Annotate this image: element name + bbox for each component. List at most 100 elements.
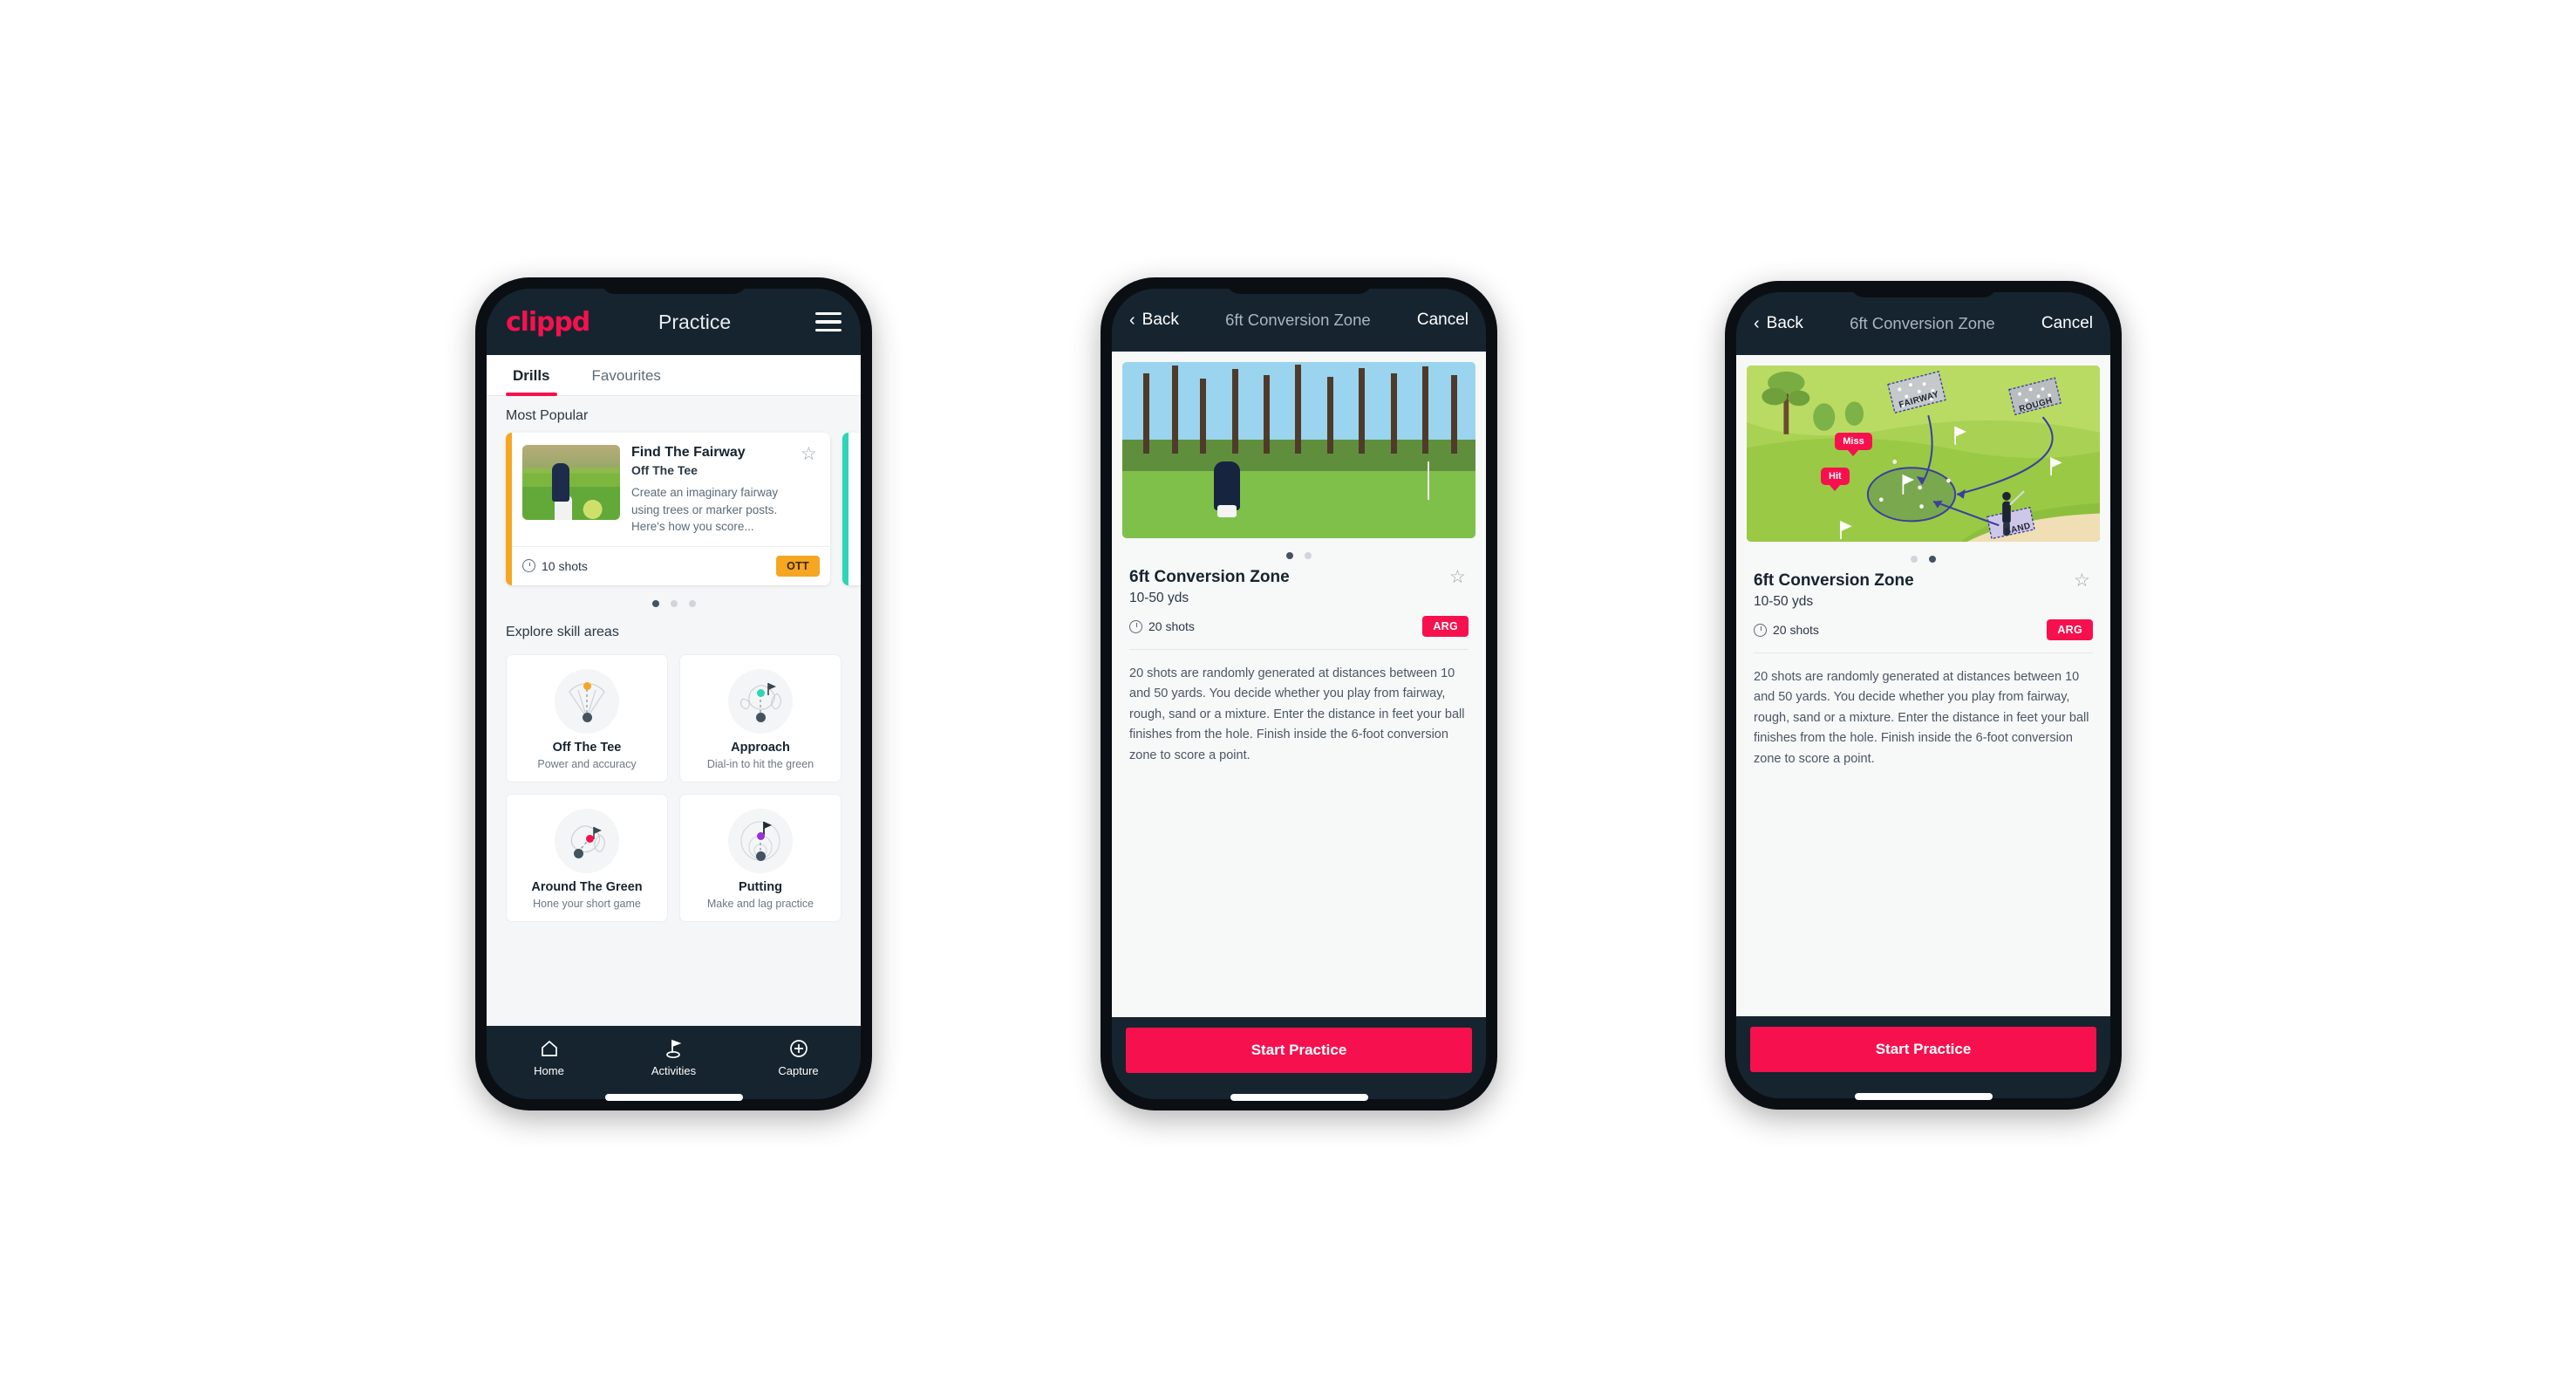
drill-course-illustration[interactable]: FAIRWAY ROUGH SAND Miss Hit (1747, 366, 2100, 542)
nav-item-capture[interactable]: Capture (736, 1037, 861, 1077)
carousel-dot[interactable] (651, 599, 659, 607)
start-practice-button[interactable]: Start Practice (1750, 1027, 2096, 1072)
drill-thumbnail (522, 445, 620, 520)
drill-distance: 10-50 yds (1754, 594, 1814, 609)
skill-name: Around The Green (531, 879, 643, 894)
tree-line (1122, 362, 1475, 454)
badge-arg: ARG (2047, 619, 2093, 640)
skill-card-putting[interactable]: Putting Make and lag practice (679, 793, 842, 922)
carousel-dot[interactable] (670, 599, 678, 607)
phone-mockup-drill-detail-map: ‹ Back 6ft Conversion Zone Cancel FAIRWA… (1725, 281, 2122, 1110)
clock-icon (1754, 623, 1767, 637)
skill-card-around-the-green[interactable]: Around The Green Hone your short game (506, 793, 668, 922)
hamburger-icon[interactable] (815, 311, 842, 332)
nav-label: Activities (651, 1064, 697, 1077)
approach-icon (728, 668, 793, 734)
practice-content: Most Popular Find The Fairway Off The Te… (487, 396, 861, 1026)
tab-drills[interactable]: Drills (506, 355, 557, 396)
clock-icon (522, 559, 535, 573)
phone-mockup-drill-detail-video: ‹ Back 6ft Conversion Zone Cancel 6ft Co… (1101, 277, 1497, 1110)
device-notch (600, 277, 747, 294)
skill-card-off-the-tee[interactable]: Off The Tee Power and accuracy (506, 653, 668, 782)
drill-shots: 10 shots (522, 559, 588, 573)
section-most-popular-label: Most Popular (506, 408, 589, 423)
drill-description: 20 shots are randomly generated at dista… (1129, 649, 1469, 766)
detail-header: ‹ Back 6ft Conversion Zone Cancel (1112, 289, 1486, 352)
drill-category: Off The Tee (631, 463, 698, 477)
drill-card-next-peek[interactable] (842, 433, 861, 585)
skill-desc: Make and lag practice (706, 897, 814, 910)
back-button[interactable]: ‹ Back (1754, 314, 1803, 333)
section-explore-label: Explore skill areas (506, 624, 619, 639)
bottom-navigation: Home Activities Capture (487, 1026, 861, 1099)
home-indicator (1854, 1093, 1993, 1100)
screenshot-canvas: clippd Practice Drills Favourites Most P… (0, 0, 2576, 1387)
nav-label: Capture (778, 1064, 819, 1077)
media-dot[interactable] (1305, 552, 1312, 559)
pin-label-miss: Miss (1835, 432, 1872, 450)
back-label: Back (1766, 314, 1803, 332)
cancel-button[interactable]: Cancel (2041, 314, 2093, 333)
plus-circle-icon (736, 1037, 861, 1060)
skill-area-grid: Off The Tee Power and accuracy Approach … (487, 649, 861, 922)
drill-name: Find The Fairway (631, 445, 746, 460)
golf-flag-icon (611, 1037, 736, 1060)
skill-desc: Power and accuracy (537, 757, 637, 770)
drill-shots-label: 20 shots (1773, 623, 1819, 637)
drill-description: Create an imaginary fairway using trees … (631, 486, 779, 534)
flag-pole (1428, 461, 1430, 500)
skill-name: Off The Tee (552, 740, 622, 755)
drill-shots-label: 10 shots (542, 558, 588, 573)
skill-card-approach[interactable]: Approach Dial-in to hit the green (679, 653, 842, 782)
golfer-figure (1214, 461, 1241, 517)
skill-desc: Hone your short game (533, 897, 641, 910)
star-outline-icon[interactable]: ☆ (2074, 571, 2093, 590)
tab-favourites[interactable]: Favourites (585, 355, 668, 395)
badge-arg: ARG (1422, 616, 1469, 637)
tab-bar: Drills Favourites (487, 355, 861, 396)
pin-label-hit: Hit (1821, 468, 1850, 486)
phone-mockup-practice-list: clippd Practice Drills Favourites Most P… (475, 277, 872, 1110)
detail-footer: Start Practice (1736, 1016, 2110, 1098)
carousel-dot[interactable] (688, 599, 696, 607)
device-notch (1225, 277, 1373, 294)
page-title: Practice (658, 310, 732, 333)
star-outline-icon[interactable]: ☆ (1449, 568, 1469, 586)
app-header: clippd Practice (487, 289, 861, 355)
drill-distance: 10-50 yds (1129, 591, 1189, 605)
most-popular-carousel[interactable]: Find The Fairway Off The Tee Create an i… (487, 433, 861, 585)
putting-icon (728, 808, 793, 873)
star-outline-icon[interactable]: ☆ (801, 445, 820, 536)
media-pagination (1736, 552, 2110, 571)
start-practice-button[interactable]: Start Practice (1126, 1028, 1472, 1073)
drill-detail-name: 6ft Conversion Zone (1754, 571, 1914, 590)
around-the-green-icon (555, 808, 619, 873)
detail-title: 6ft Conversion Zone (1225, 311, 1371, 329)
detail-title: 6ft Conversion Zone (1850, 314, 1995, 332)
skill-name: Approach (731, 740, 790, 755)
drill-shots: 20 shots (1129, 619, 1195, 633)
drill-card[interactable]: Find The Fairway Off The Tee Create an i… (506, 433, 830, 585)
drill-video-thumbnail[interactable] (1122, 362, 1475, 538)
back-button[interactable]: ‹ Back (1129, 311, 1179, 330)
detail-header: ‹ Back 6ft Conversion Zone Cancel (1736, 292, 2110, 355)
home-icon (487, 1037, 611, 1060)
drill-shots: 20 shots (1754, 623, 1819, 637)
drill-detail-name: 6ft Conversion Zone (1129, 568, 1290, 586)
cancel-button[interactable]: Cancel (1417, 311, 1469, 330)
carousel-pagination (487, 585, 861, 612)
media-dot[interactable] (1286, 552, 1293, 559)
off-the-tee-icon (555, 668, 619, 734)
nav-item-home[interactable]: Home (487, 1037, 611, 1077)
badge-ott: OTT (776, 555, 820, 577)
chevron-left-icon: ‹ (1754, 314, 1760, 333)
media-dot[interactable] (1911, 556, 1918, 563)
device-notch (1850, 281, 1997, 297)
drill-description: 20 shots are randomly generated at dista… (1754, 653, 2093, 769)
media-dot[interactable] (1929, 556, 1936, 563)
skill-name: Putting (739, 879, 782, 894)
back-label: Back (1141, 311, 1179, 329)
nav-item-activities[interactable]: Activities (611, 1037, 736, 1077)
skill-desc: Dial-in to hit the green (706, 757, 814, 770)
chevron-left-icon: ‹ (1129, 311, 1135, 330)
